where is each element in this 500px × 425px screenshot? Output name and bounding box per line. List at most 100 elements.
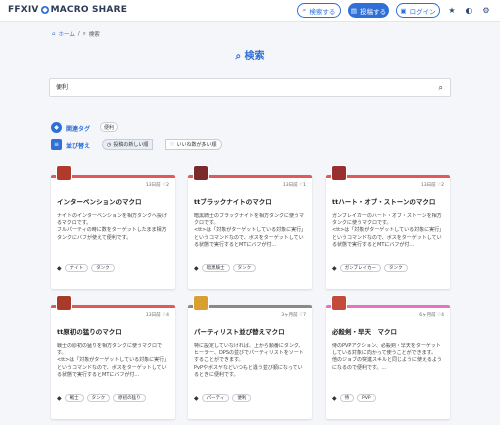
logo-crystal-icon [40,6,49,14]
card-tags: ◆ パーティ 便利 [194,394,252,402]
home-icon: ⌂ [52,31,56,37]
card-tag[interactable]: 戦士 [64,394,84,402]
sort-most-liked-label: いいね数が多い順 [176,142,217,148]
star-icon[interactable]: ★ [447,5,457,15]
card-title[interactable]: ttハート・オブ・ストーンのマクロ [332,196,446,206]
login-button[interactable]: ▣ ログイン [396,3,440,18]
card-date: 13日前 [282,183,298,188]
tag-icon: ◆ [51,122,62,133]
tag-icon: ◆ [194,264,199,272]
card-date: 13日前 [145,313,161,318]
card-meta: 13日前 ♡4 [146,312,169,318]
heart-icon: ♡ [170,141,175,148]
logo-text: FFXIV [8,5,39,15]
search-bar: ⌕ [49,78,451,97]
card-title[interactable]: 必殺剣・早天 マクロ [332,326,446,336]
card-tags: ◆ 暗黒騎士 タンク [194,264,257,272]
card-tag[interactable]: タンク [232,264,257,272]
search-button-label: 検索する [309,7,336,16]
card-likes: 7 [303,313,306,318]
macro-card[interactable]: 13日前 ♡1 ttブラックナイトのマクロ 暗黒騎士のブラックナイトを相方タンク… [188,175,312,289]
card-date: 6ヶ月前 [419,313,436,318]
search-input[interactable] [56,83,416,90]
card-tag[interactable]: ガンブレイカー [339,264,381,272]
sort-newest[interactable]: ◷ 投稿の新しい順 [102,139,154,150]
sort-label: 並び替え [66,143,91,150]
card-description: 特に設定していなければ、上から順番にタンク、ヒーラー、DPSの並びでパーティリス… [194,343,304,378]
card-date: 3ヶ月前 [281,313,298,318]
page-title: ⌕ 検索 [0,47,500,62]
card-likes: 1 [303,183,306,188]
post-button-label: 投稿する [360,7,387,16]
card-tags: ◆ 戦士 タンク 原初の猛り [57,394,146,402]
page-title-text: 検索 [244,51,265,62]
card-meta: 13日前 ♡1 [283,182,306,188]
breadcrumb-separator: / [77,31,80,37]
clock-icon: ◷ [107,141,112,148]
job-avatar-icon [57,296,71,310]
card-tags: ◆ ナイト タンク [57,264,115,272]
login-icon: ▣ [400,6,407,15]
card-tag[interactable]: パーティ [201,394,230,402]
card-tag[interactable]: タンク [86,394,111,402]
macro-card[interactable]: 13日前 ♡2 ttハート・オブ・ストーンのマクロ ガンブレイカーのハート・オブ… [326,175,450,289]
breadcrumb: ⌂ ホーム / ⌕ 検索 [52,30,100,39]
sort-newest-label: 投稿の新しい順 [113,142,149,148]
search-button[interactable]: ⌕ 検索する [297,3,341,18]
card-meta: 13日前 ♡2 [421,182,444,188]
job-avatar-icon [194,166,208,180]
card-title[interactable]: tt原初の猛りのマクロ [57,326,171,336]
post-icon: ▤ [350,6,358,15]
tag-chip-benri[interactable]: 便利 [100,122,118,132]
site-logo[interactable]: FFXIV MACRO SHARE [8,5,127,15]
logo-text-2: MACRO SHARE [50,5,128,15]
tag-icon: ◆ [332,264,337,272]
related-tags-label: 関連タグ [66,126,91,133]
macro-card[interactable]: 6ヶ月前 ♡4 必殺剣・早天 マクロ 侍のPVPアクション、必殺剣・早天をターゲ… [326,305,450,419]
job-avatar-icon [332,166,346,180]
card-tags: ◆ ガンブレイカー タンク [332,264,408,272]
card-description: 戦士の原初の猛りを相方タンクに使うマクロです。 <tt>は「対象がターゲットして… [57,343,167,378]
card-tag[interactable]: 便利 [232,394,252,402]
title-search-icon: ⌕ [235,51,245,62]
search-submit-icon[interactable]: ⌕ [439,83,443,93]
search-icon: ⌕ [302,6,307,14]
card-tag[interactable]: タンク [384,264,408,272]
card-description: 暗黒騎士のブラックナイトを相方タンクに使うマクロです。 <tt>は「対象がターゲ… [194,213,305,248]
macro-card[interactable]: 13日前 ♡2 インターベンションのマクロ ナイトのインターベンションを相方タン… [51,175,175,289]
card-likes: 4 [166,313,169,318]
card-tag[interactable]: 原初の猛り [113,394,146,402]
tag-icon: ◆ [194,394,199,402]
macro-card[interactable]: 13日前 ♡4 tt原初の猛りのマクロ 戦士の原初の猛りを相方タンクに使うマクロ… [51,305,175,419]
card-title[interactable]: パーティリスト並び替えマクロ [194,326,308,336]
card-title[interactable]: ttブラックナイトのマクロ [194,196,308,206]
sort-icon: ≡ [51,139,62,150]
card-likes: 4 [441,313,444,318]
settings-icon[interactable]: ⚙ [481,5,491,15]
theme-toggle-icon[interactable]: ◐ [464,5,474,15]
card-tag[interactable]: ナイト [64,264,89,272]
card-tag[interactable]: PVP [357,394,376,402]
card-description: 侍のPVPアクション、必殺剣・早天をターゲットしている対象に向かって使うことがで… [332,343,442,371]
job-avatar-icon [332,296,346,310]
card-tag[interactable]: タンク [91,264,115,272]
card-title[interactable]: インターベンションのマクロ [57,196,171,206]
macro-card[interactable]: 3ヶ月前 ♡7 パーティリスト並び替えマクロ 特に設定していなければ、上から順番… [188,305,312,419]
card-likes: 2 [166,183,169,188]
top-header: FFXIV MACRO SHARE ⌕ 検索する ▤ 投稿する ▣ ログイン ★… [0,0,500,22]
card-tag[interactable]: 侍 [339,394,355,402]
breadcrumb-current: 検索 [88,32,100,38]
login-button-label: ログイン [409,7,436,16]
sort-most-liked[interactable]: ♡ いいね数が多い順 [165,139,222,150]
job-avatar-icon [57,166,71,180]
card-likes: 2 [441,183,444,188]
card-tag[interactable]: 暗黒騎士 [201,264,230,272]
card-meta: 3ヶ月前 ♡7 [281,312,306,318]
breadcrumb-home[interactable]: ホーム [59,30,75,38]
breadcrumb-search-icon: ⌕ [82,30,86,37]
tag-icon: ◆ [332,394,337,402]
card-date: 13日前 [420,183,436,188]
post-button[interactable]: ▤ 投稿する [348,3,389,18]
card-description: ナイトのインターベンションを相方タンクへ投げるマクロです。 フルパーティの時に数… [57,213,168,241]
tag-icon: ◆ [57,264,62,272]
